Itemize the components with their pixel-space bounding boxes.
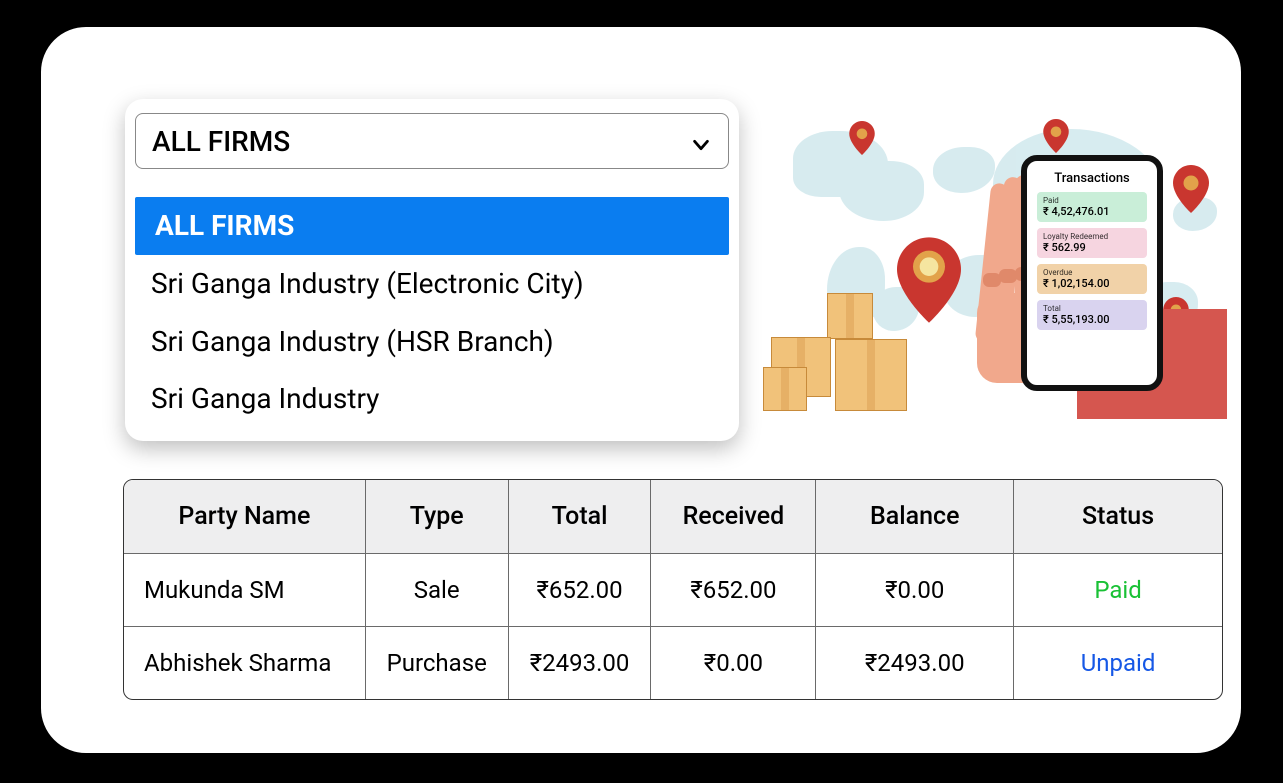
- phone-stat-paid: Paid ₹ 4,52,476.01: [1037, 192, 1147, 222]
- cell-party: Abhishek Sharma: [124, 627, 366, 700]
- main-card: ALL FIRMS ALL FIRMS Sri Ganga Industry (…: [38, 24, 1244, 756]
- map-pin-icon: [849, 121, 875, 155]
- firm-dropdown-list: ALL FIRMS Sri Ganga Industry (Electronic…: [135, 197, 729, 428]
- phone-mock: Transactions Paid ₹ 4,52,476.01 Loyalty …: [1021, 155, 1163, 391]
- packages-icon: [763, 293, 933, 423]
- cell-type: Sale: [365, 554, 508, 627]
- cell-status: Unpaid: [1014, 627, 1223, 700]
- map-pin-icon: [1043, 119, 1069, 153]
- firm-dropdown-selected: ALL FIRMS: [152, 125, 290, 158]
- firm-option[interactable]: Sri Ganga Industry (Electronic City): [135, 255, 729, 313]
- hand-phone-icon: Transactions Paid ₹ 4,52,476.01 Loyalty …: [965, 163, 1225, 423]
- col-balance: Balance: [816, 480, 1014, 554]
- cell-total: ₹2493.00: [508, 627, 651, 700]
- phone-stat-loyalty: Loyalty Redeemed ₹ 562.99: [1037, 228, 1147, 258]
- world-transactions-illustration: Transactions Paid ₹ 4,52,476.01 Loyalty …: [803, 127, 1223, 417]
- cell-status: Paid: [1014, 554, 1223, 627]
- phone-stat-overdue: Overdue ₹ 1,02,154.00: [1037, 264, 1147, 294]
- firm-dropdown-toggle[interactable]: ALL FIRMS: [135, 113, 729, 169]
- table-row[interactable]: Mukunda SM Sale ₹652.00 ₹652.00 ₹0.00 Pa…: [124, 554, 1223, 627]
- col-status: Status: [1014, 480, 1223, 554]
- cell-type: Purchase: [365, 627, 508, 700]
- phone-stat-total: Total ₹ 5,55,193.00: [1037, 300, 1147, 330]
- cell-total: ₹652.00: [508, 554, 651, 627]
- firm-dropdown-panel: ALL FIRMS ALL FIRMS Sri Ganga Industry (…: [125, 99, 739, 441]
- firm-option[interactable]: ALL FIRMS: [135, 197, 729, 255]
- cell-balance: ₹0.00: [816, 554, 1014, 627]
- col-party: Party Name: [124, 480, 366, 554]
- table-header-row: Party Name Type Total Received Balance S…: [124, 480, 1223, 554]
- col-type: Type: [365, 480, 508, 554]
- table-row[interactable]: Abhishek Sharma Purchase ₹2493.00 ₹0.00 …: [124, 627, 1223, 700]
- firm-option[interactable]: Sri Ganga Industry (HSR Branch): [135, 313, 729, 371]
- chevron-down-icon: [690, 130, 712, 152]
- cell-party: Mukunda SM: [124, 554, 366, 627]
- transactions-table: Party Name Type Total Received Balance S…: [123, 479, 1223, 700]
- col-total: Total: [508, 480, 651, 554]
- firm-option[interactable]: Sri Ganga Industry: [135, 370, 729, 428]
- phone-title: Transactions: [1037, 171, 1147, 186]
- cell-received: ₹0.00: [651, 627, 816, 700]
- cell-received: ₹652.00: [651, 554, 816, 627]
- col-received: Received: [651, 480, 816, 554]
- cell-balance: ₹2493.00: [816, 627, 1014, 700]
